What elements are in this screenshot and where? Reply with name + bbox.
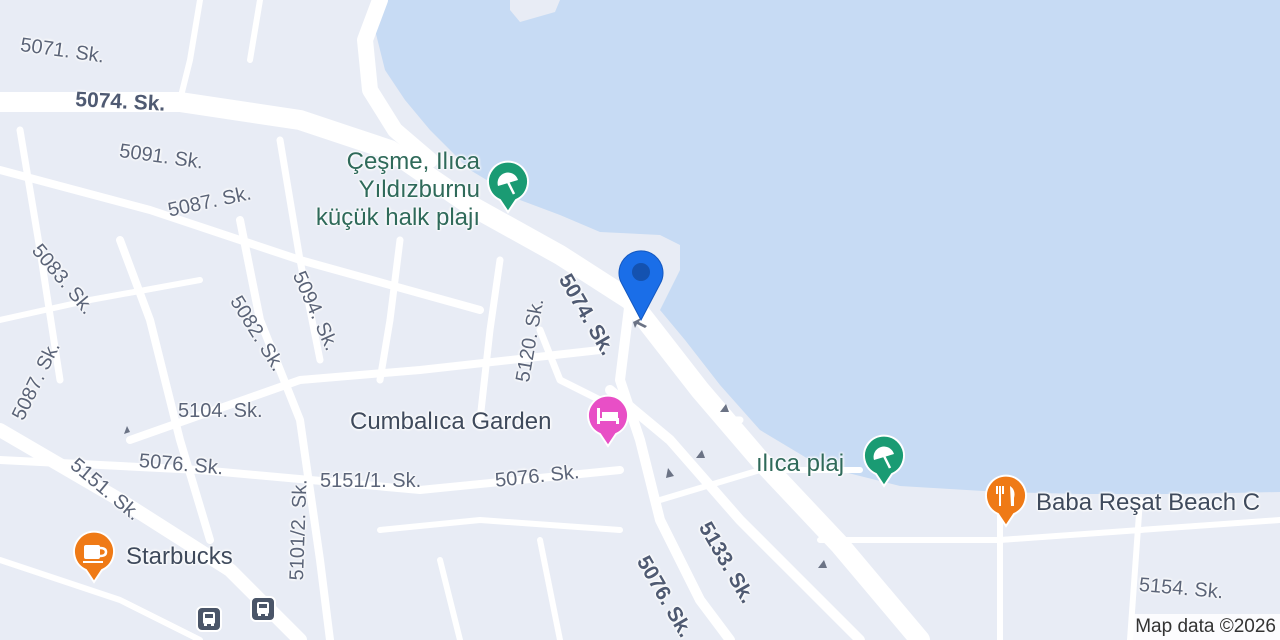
bus-icon[interactable] <box>196 606 222 632</box>
street-label: 5151/1. Sk. <box>320 470 422 492</box>
poi-label-hotel[interactable]: Cumbalıca Garden <box>350 408 551 436</box>
fork-knife-icon[interactable] <box>984 474 1028 528</box>
street-label: 5104. Sk. <box>178 400 263 422</box>
beach-umbrella-icon[interactable] <box>862 434 906 488</box>
street-label: 5101/2. Sk. <box>286 478 312 581</box>
bed-icon[interactable] <box>586 394 630 448</box>
bus-glyph <box>203 612 215 626</box>
beach-umbrella-icon[interactable] <box>486 160 530 214</box>
poi-label-beach[interactable]: Çeşme, Ilıca Yıldızburnu küçük halk plaj… <box>290 148 480 232</box>
location-pin-icon[interactable] <box>614 246 668 322</box>
poi-label-restaurant[interactable]: Baba Reşat Beach C <box>1036 489 1260 517</box>
bus-icon[interactable] <box>250 596 276 622</box>
poi-label-beach[interactable]: ılıca plaj <box>756 450 844 478</box>
coffee-cup-icon[interactable] <box>72 530 116 584</box>
map-attribution: Map data ©2026 <box>1129 614 1280 640</box>
map-view[interactable]: 5071. Sk. 5074. Sk. 5091. Sk. 5087. Sk. … <box>0 0 1280 640</box>
poi-label-cafe[interactable]: Starbucks <box>126 543 233 571</box>
bus-glyph <box>257 602 269 616</box>
street-label: 5074. Sk. <box>74 88 166 116</box>
